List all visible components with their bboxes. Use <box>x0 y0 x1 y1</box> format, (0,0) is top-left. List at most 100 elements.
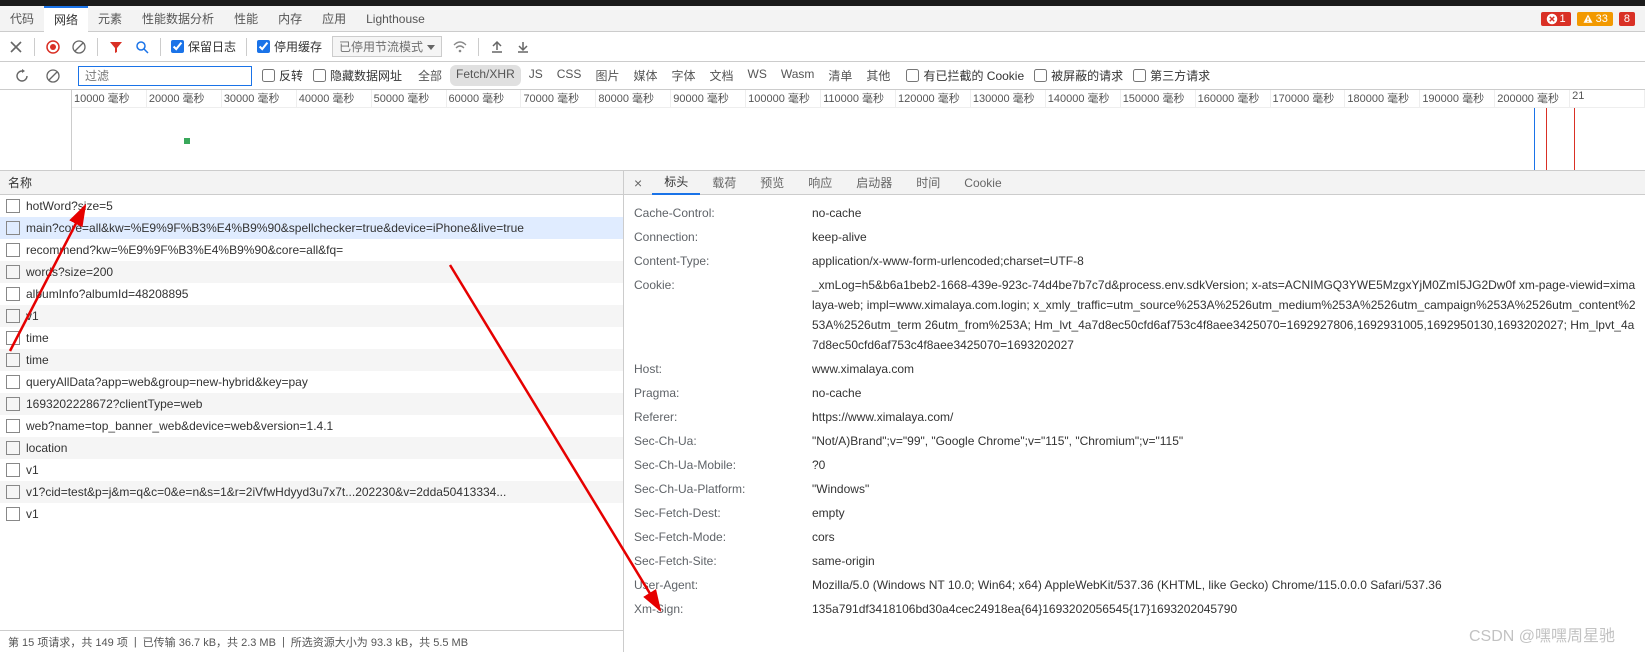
type-filter-清单[interactable]: 清单 <box>822 65 858 86</box>
request-name: words?size=200 <box>26 265 113 279</box>
header-value: ?0 <box>812 455 1645 475</box>
type-filter-文档[interactable]: 文档 <box>703 65 739 86</box>
request-row[interactable]: albumInfo?albumId=48208895 <box>0 283 623 305</box>
type-filter-CSS[interactable]: CSS <box>551 65 588 86</box>
header-key: User-Agent: <box>634 575 812 595</box>
main-tab-7[interactable]: Lighthouse <box>356 6 435 32</box>
time-tick: 200000 毫秒 <box>1495 90 1570 107</box>
main-tab-3[interactable]: 性能数据分析 <box>132 6 224 32</box>
time-tick: 170000 毫秒 <box>1271 90 1346 107</box>
header-value: 135a791df3418106bd30a4cec24918ea{64}1693… <box>812 599 1645 619</box>
footer-resources: 所选资源大小为 93.3 kB，共 5.5 MB <box>291 634 468 650</box>
request-row[interactable]: v1 <box>0 305 623 327</box>
request-row[interactable]: web?name=top_banner_web&device=web&versi… <box>0 415 623 437</box>
error-badge[interactable]: 1 <box>1541 12 1571 26</box>
disable-cache-checkbox[interactable]: 停用缓存 <box>257 38 322 55</box>
list-header-name[interactable]: 名称 <box>0 171 623 195</box>
request-name: 1693202228672?clientType=web <box>26 397 202 411</box>
type-filter-JS[interactable]: JS <box>523 65 549 86</box>
header-key: Pragma: <box>634 383 812 403</box>
blocked-requests-checkbox[interactable]: 被屏蔽的请求 <box>1034 67 1123 84</box>
throttling-select[interactable]: 已停用节流模式 <box>332 36 442 57</box>
wifi-icon[interactable] <box>452 39 468 55</box>
time-tick: 21 <box>1570 90 1645 107</box>
main-tab-0[interactable]: 代码 <box>0 6 44 32</box>
type-filter-Wasm[interactable]: Wasm <box>775 65 821 86</box>
main-tab-1[interactable]: 网络 <box>44 6 88 32</box>
warn-badge[interactable]: 33 <box>1577 12 1613 26</box>
preserve-log-checkbox[interactable]: 保留日志 <box>171 38 236 55</box>
red-badge[interactable]: 8 <box>1619 12 1635 26</box>
invert-checkbox[interactable]: 反转 <box>262 67 303 84</box>
detail-tab-3[interactable]: 响应 <box>796 171 844 195</box>
header-row: Sec-Ch-Ua-Mobile:?0 <box>634 453 1645 477</box>
main-tab-5[interactable]: 内存 <box>268 6 312 32</box>
request-row[interactable]: time <box>0 327 623 349</box>
search-icon[interactable] <box>134 39 150 55</box>
filter-icon[interactable] <box>108 39 124 55</box>
download-icon[interactable] <box>515 39 531 55</box>
header-row: Xm-Sign:135a791df3418106bd30a4cec24918ea… <box>634 597 1645 621</box>
preserve-log-label: 保留日志 <box>188 38 236 55</box>
header-value: no-cache <box>812 383 1645 403</box>
request-row[interactable]: v1?cid=test&p=j&m=q&c=0&e=n&s=1&r=2iVfwH… <box>0 481 623 503</box>
main-tab-2[interactable]: 元素 <box>88 6 132 32</box>
request-row[interactable]: words?size=200 <box>0 261 623 283</box>
type-filter-媒体[interactable]: 媒体 <box>627 65 663 86</box>
hide-data-urls-checkbox[interactable]: 隐藏数据网址 <box>313 67 402 84</box>
header-value: cors <box>812 527 1645 547</box>
main-tab-6[interactable]: 应用 <box>312 6 356 32</box>
close-detail-icon[interactable]: × <box>624 175 652 191</box>
request-row[interactable]: v1 <box>0 503 623 525</box>
type-filter-Fetch/XHR[interactable]: Fetch/XHR <box>450 65 521 86</box>
detail-tab-6[interactable]: Cookie <box>952 171 1013 195</box>
header-key: Cookie: <box>634 275 812 355</box>
time-tick: 60000 毫秒 <box>447 90 522 107</box>
request-row[interactable]: queryAllData?app=web&group=new-hybrid&ke… <box>0 371 623 393</box>
upload-icon[interactable] <box>489 39 505 55</box>
detail-tab-5[interactable]: 时间 <box>904 171 952 195</box>
header-key: Sec-Fetch-Mode: <box>634 527 812 547</box>
timeline-overview[interactable]: 10000 毫秒20000 毫秒30000 毫秒40000 毫秒50000 毫秒… <box>0 90 1645 171</box>
detail-tabs: × 标头载荷预览响应启动器时间Cookie <box>624 171 1645 195</box>
detail-tab-2[interactable]: 预览 <box>748 171 796 195</box>
type-filter-图片[interactable]: 图片 <box>589 65 625 86</box>
request-row[interactable]: time <box>0 349 623 371</box>
file-icon <box>6 199 20 213</box>
record-button[interactable] <box>45 39 61 55</box>
third-party-checkbox[interactable]: 第三方请求 <box>1133 67 1210 84</box>
reload-icon[interactable] <box>14 68 30 84</box>
blocked-cookies-checkbox[interactable]: 有已拦截的 Cookie <box>906 67 1024 84</box>
main-tab-4[interactable]: 性能 <box>224 6 268 32</box>
type-filter-其他[interactable]: 其他 <box>860 65 896 86</box>
type-filter-全部[interactable]: 全部 <box>412 65 448 86</box>
request-row[interactable]: main?core=all&kw=%E9%9F%B3%E4%B9%90&spel… <box>0 217 623 239</box>
detail-tab-1[interactable]: 载荷 <box>700 171 748 195</box>
detail-tab-4[interactable]: 启动器 <box>844 171 904 195</box>
timeline-body[interactable] <box>72 108 1645 170</box>
request-row[interactable]: v1 <box>0 459 623 481</box>
request-name: time <box>26 353 49 367</box>
header-row: Sec-Ch-Ua-Platform:"Windows" <box>634 477 1645 501</box>
header-value: keep-alive <box>812 227 1645 247</box>
header-row: Sec-Ch-Ua:"Not/A)Brand";v="99", "Google … <box>634 429 1645 453</box>
close-icon[interactable] <box>8 39 24 55</box>
type-filter-WS[interactable]: WS <box>742 65 773 86</box>
type-filter-字体[interactable]: 字体 <box>665 65 701 86</box>
timeline-marker <box>184 138 190 144</box>
header-value: empty <box>812 503 1645 523</box>
request-row[interactable]: 1693202228672?clientType=web <box>0 393 623 415</box>
header-key: Referer: <box>634 407 812 427</box>
third-party-label: 第三方请求 <box>1150 67 1210 84</box>
devtools-root: 代码网络元素性能数据分析性能内存应用Lighthouse 1 33 8 <box>0 0 1645 652</box>
request-row[interactable]: location <box>0 437 623 459</box>
header-row: Pragma:no-cache <box>634 381 1645 405</box>
request-row[interactable]: recommend?kw=%E9%9F%B3%E4%B9%90&core=all… <box>0 239 623 261</box>
filter-input[interactable] <box>78 66 252 86</box>
detail-tab-0[interactable]: 标头 <box>652 171 700 195</box>
filter-bar: 反转 隐藏数据网址 全部Fetch/XHRJSCSS图片媒体字体文档WSWasm… <box>0 62 1645 90</box>
headers-body[interactable]: Cache-Control:no-cacheConnection:keep-al… <box>624 195 1645 652</box>
stop-icon[interactable] <box>45 68 61 84</box>
clear-button[interactable] <box>71 39 87 55</box>
request-row[interactable]: hotWord?size=5 <box>0 195 623 217</box>
